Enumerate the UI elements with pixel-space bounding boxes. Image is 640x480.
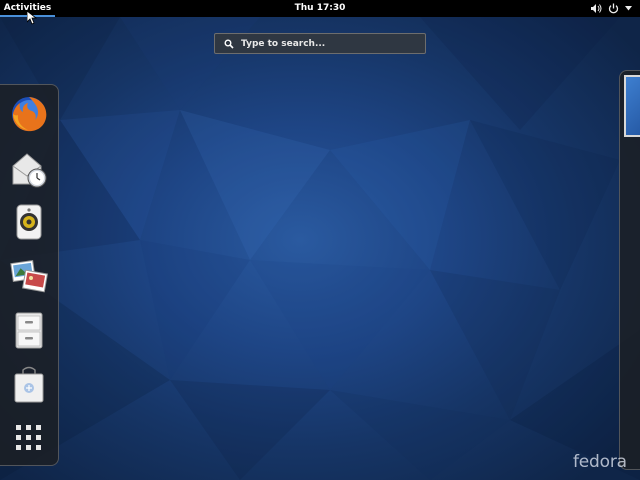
file-cabinet-icon bbox=[15, 312, 43, 349]
workspace-switcher bbox=[619, 70, 640, 470]
menu-arrow-icon bbox=[625, 6, 632, 11]
dash bbox=[0, 84, 59, 466]
volume-icon bbox=[590, 3, 602, 14]
top-bar: Activities Thu 17:30 bbox=[0, 0, 640, 17]
search-entry[interactable] bbox=[214, 33, 426, 54]
dash-item-rhythmbox[interactable] bbox=[1, 197, 57, 247]
mail-clock-icon bbox=[12, 153, 47, 188]
app-grid-icon bbox=[16, 425, 41, 450]
photos-icon bbox=[10, 259, 48, 293]
clock[interactable]: Thu 17:30 bbox=[280, 0, 360, 17]
power-icon bbox=[608, 3, 619, 14]
search-icon bbox=[224, 34, 234, 53]
dash-item-firefox[interactable] bbox=[1, 89, 57, 139]
system-status-area[interactable] bbox=[590, 2, 632, 15]
speaker-icon bbox=[16, 204, 42, 240]
dash-item-evolution[interactable] bbox=[1, 143, 57, 193]
show-applications-button[interactable] bbox=[1, 413, 57, 463]
dash-item-files[interactable] bbox=[1, 305, 57, 355]
mouse-cursor-icon bbox=[27, 11, 37, 25]
dash-item-shotwell[interactable] bbox=[1, 251, 57, 301]
firefox-icon bbox=[12, 97, 47, 132]
shopping-bag-icon bbox=[14, 366, 44, 403]
fedora-logo: fedora bbox=[573, 452, 627, 472]
search-input[interactable] bbox=[241, 38, 411, 49]
dash-item-software[interactable] bbox=[1, 359, 57, 409]
workspace-thumbnail[interactable] bbox=[624, 75, 640, 137]
desktop: Activities Thu 17:30 Type to search... f… bbox=[0, 0, 640, 480]
wallpaper bbox=[0, 17, 640, 480]
